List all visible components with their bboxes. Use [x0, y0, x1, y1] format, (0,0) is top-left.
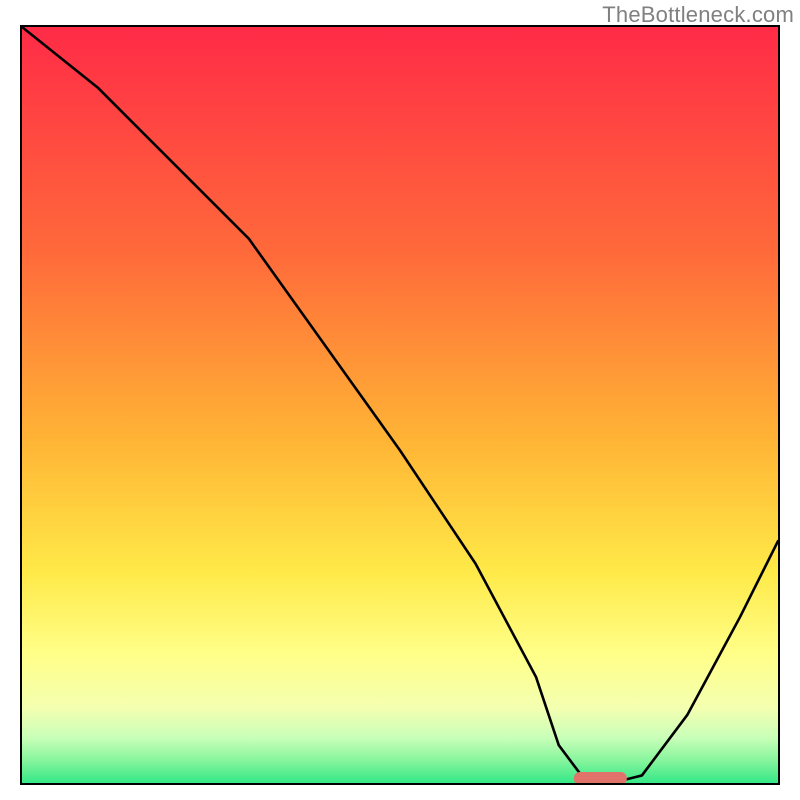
plot-area	[20, 25, 780, 785]
bottleneck-chart: TheBottleneck.com	[0, 0, 800, 800]
gradient-background	[22, 27, 778, 783]
watermark-label: TheBottleneck.com	[602, 2, 794, 28]
chart-svg	[22, 27, 778, 783]
optimum-marker	[574, 772, 627, 783]
